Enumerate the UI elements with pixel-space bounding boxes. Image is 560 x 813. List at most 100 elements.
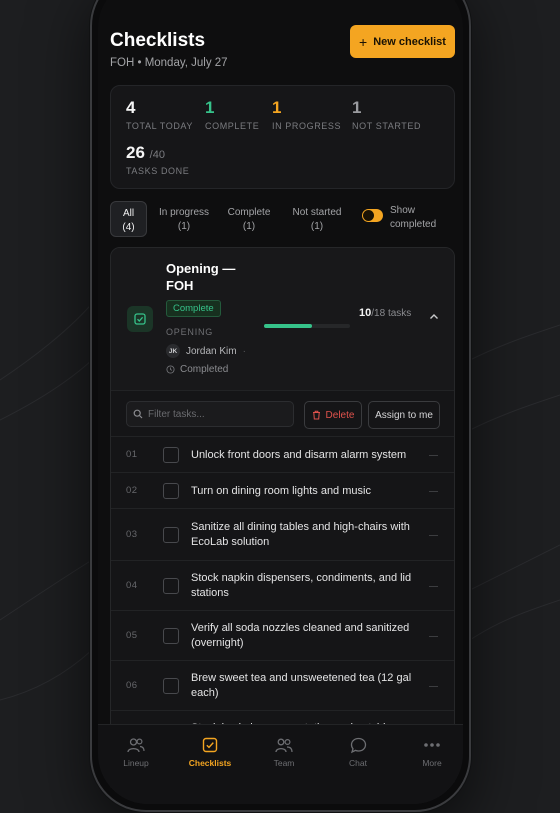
tab-checklists[interactable]: Checklists xyxy=(180,735,240,768)
stat-not-started: 1 NOT STARTED xyxy=(352,98,421,131)
tab-lineup[interactable]: Lineup xyxy=(106,735,166,768)
checklist-owner: JK Jordan Kim · xyxy=(166,344,246,358)
done-count: 10 xyxy=(359,307,372,319)
bottom-tab-bar: Lineup Checklists Team Chat More xyxy=(98,724,463,804)
tab-label: Checklists xyxy=(188,758,232,768)
avatar: JK xyxy=(166,344,180,358)
chat-bubble-icon xyxy=(328,735,388,755)
show-completed-toggle[interactable] xyxy=(362,209,383,222)
tab-all[interactable]: All (4) xyxy=(110,201,147,237)
filter-tasks-input[interactable] xyxy=(148,408,288,420)
task-checkbox[interactable] xyxy=(163,578,179,594)
task-text: Unlock front doors and disarm alarm syst… xyxy=(191,449,407,461)
task-checkbox[interactable] xyxy=(163,628,179,644)
task-number: 02 xyxy=(126,485,138,496)
task-number: 03 xyxy=(126,529,138,540)
tab-count: (1) xyxy=(242,220,256,232)
tab-label: More xyxy=(422,758,442,768)
stat-label: NOT STARTED xyxy=(352,121,422,131)
task-checkbox[interactable] xyxy=(163,527,179,543)
task-count: 10/18 tasks xyxy=(359,307,411,319)
task-row[interactable]: 01 Unlock front doors and disarm alarm sy… xyxy=(111,436,454,472)
tab-in-progress[interactable]: In progress (1) xyxy=(154,201,214,237)
plus-icon: + xyxy=(359,33,368,50)
tab-label: Not started xyxy=(292,207,342,218)
task-number: 01 xyxy=(126,449,138,460)
stat-label: TASKS DONE xyxy=(126,166,190,176)
tab-label: Team xyxy=(273,758,295,768)
task-assignee-placeholder[interactable] xyxy=(429,455,438,456)
tab-chat[interactable]: Chat xyxy=(328,735,388,768)
delete-button[interactable]: Delete xyxy=(304,401,362,429)
owner-name: Jordan Kim xyxy=(186,345,237,357)
task-row[interactable]: 02 Turn on dining room lights and music xyxy=(111,472,454,508)
stats-panel: 4 TOTAL TODAY 1 COMPLETE 1 IN PROGRESS 1… xyxy=(110,85,455,189)
task-checkbox[interactable] xyxy=(163,678,179,694)
tab-label: In progress xyxy=(158,207,210,218)
task-number: 05 xyxy=(126,630,138,641)
tab-count: (4) xyxy=(122,221,135,233)
page-title: Checklists xyxy=(110,30,206,51)
task-checkbox[interactable] xyxy=(163,483,179,499)
checklist-status: Completed xyxy=(166,364,228,375)
toggle-label-line: completed xyxy=(390,218,437,230)
stat-label: IN PROGRESS xyxy=(272,121,342,131)
task-row[interactable]: 04 Stock napkin dispensers, condiments, a… xyxy=(111,560,454,610)
toggle-label-line: Show xyxy=(390,205,416,216)
task-text: Turn on dining room lights and music xyxy=(191,485,371,497)
task-assignee-placeholder[interactable] xyxy=(429,535,438,536)
stat-complete: 1 COMPLETE xyxy=(205,98,259,131)
clock-icon xyxy=(166,365,175,374)
filter-tasks-field[interactable] xyxy=(126,401,294,427)
tab-label: All xyxy=(122,208,135,219)
app-screen: Checklists FOH • Monday, July 27 + New c… xyxy=(98,0,463,804)
task-checkbox[interactable] xyxy=(163,447,179,463)
task-number: 06 xyxy=(126,680,138,691)
checkbox-icon xyxy=(180,735,240,755)
task-row[interactable]: 06 Brew sweet tea and unsweetened tea (12… xyxy=(111,660,454,710)
stat-in-progress: 1 IN PROGRESS xyxy=(272,98,341,131)
checklist-header[interactable]: Opening — FOH Complete OPENING JK Jordan… xyxy=(111,248,454,390)
status-text: Completed xyxy=(180,364,229,375)
progress-fill xyxy=(264,324,312,328)
task-number: 04 xyxy=(126,580,138,591)
task-row[interactable]: 05 Verify all soda nozzles cleaned and sa… xyxy=(111,610,454,660)
team-icon xyxy=(254,735,314,755)
stat-value: 1 xyxy=(352,98,362,117)
tab-team[interactable]: Team xyxy=(254,735,314,768)
phone-frame: Checklists FOH • Monday, July 27 + New c… xyxy=(90,0,471,812)
checklist-title: Opening — FOH xyxy=(166,261,236,293)
stat-value: 1 xyxy=(272,98,282,117)
tab-not-started[interactable]: Not started (1) xyxy=(287,201,347,237)
tab-complete[interactable]: Complete (1) xyxy=(223,201,275,237)
progress-bar xyxy=(264,324,350,328)
checklist-category: OPENING xyxy=(166,327,214,337)
stat-total: /40 xyxy=(149,149,165,161)
tab-label: Lineup xyxy=(123,758,149,768)
task-assignee-placeholder[interactable] xyxy=(429,636,438,637)
show-completed-label: Show completed xyxy=(390,204,436,231)
page-header: Checklists FOH • Monday, July 27 + New c… xyxy=(110,25,455,70)
task-row[interactable]: 03 Sanitize all dining tables and high-ch… xyxy=(111,508,454,560)
new-checklist-button[interactable]: + New checklist xyxy=(350,25,455,58)
task-assignee-placeholder[interactable] xyxy=(429,686,438,687)
tab-more[interactable]: More xyxy=(402,735,462,768)
tab-label: Chat xyxy=(349,758,367,768)
task-assignee-placeholder[interactable] xyxy=(429,586,438,587)
task-text: Verify all soda nozzles cleaned and sani… xyxy=(191,622,410,649)
stat-value: 26 xyxy=(126,143,145,162)
tasks-word: tasks xyxy=(387,308,412,319)
delete-label: Delete xyxy=(325,409,355,421)
tab-label: Complete xyxy=(227,207,271,218)
status-badge: Complete xyxy=(166,300,221,317)
stat-total-today: 4 TOTAL TODAY xyxy=(126,98,193,131)
people-icon xyxy=(106,735,166,755)
stat-label: TOTAL TODAY xyxy=(126,121,193,131)
owner-separator: · xyxy=(242,345,246,357)
tab-count: (1) xyxy=(310,220,324,232)
assign-to-me-button[interactable]: Assign to me xyxy=(368,401,440,429)
chevron-up-icon[interactable] xyxy=(429,313,439,321)
more-dots-icon xyxy=(402,735,462,755)
checklist-card: Opening — FOH Complete OPENING JK Jordan… xyxy=(110,247,455,804)
task-assignee-placeholder[interactable] xyxy=(429,491,438,492)
